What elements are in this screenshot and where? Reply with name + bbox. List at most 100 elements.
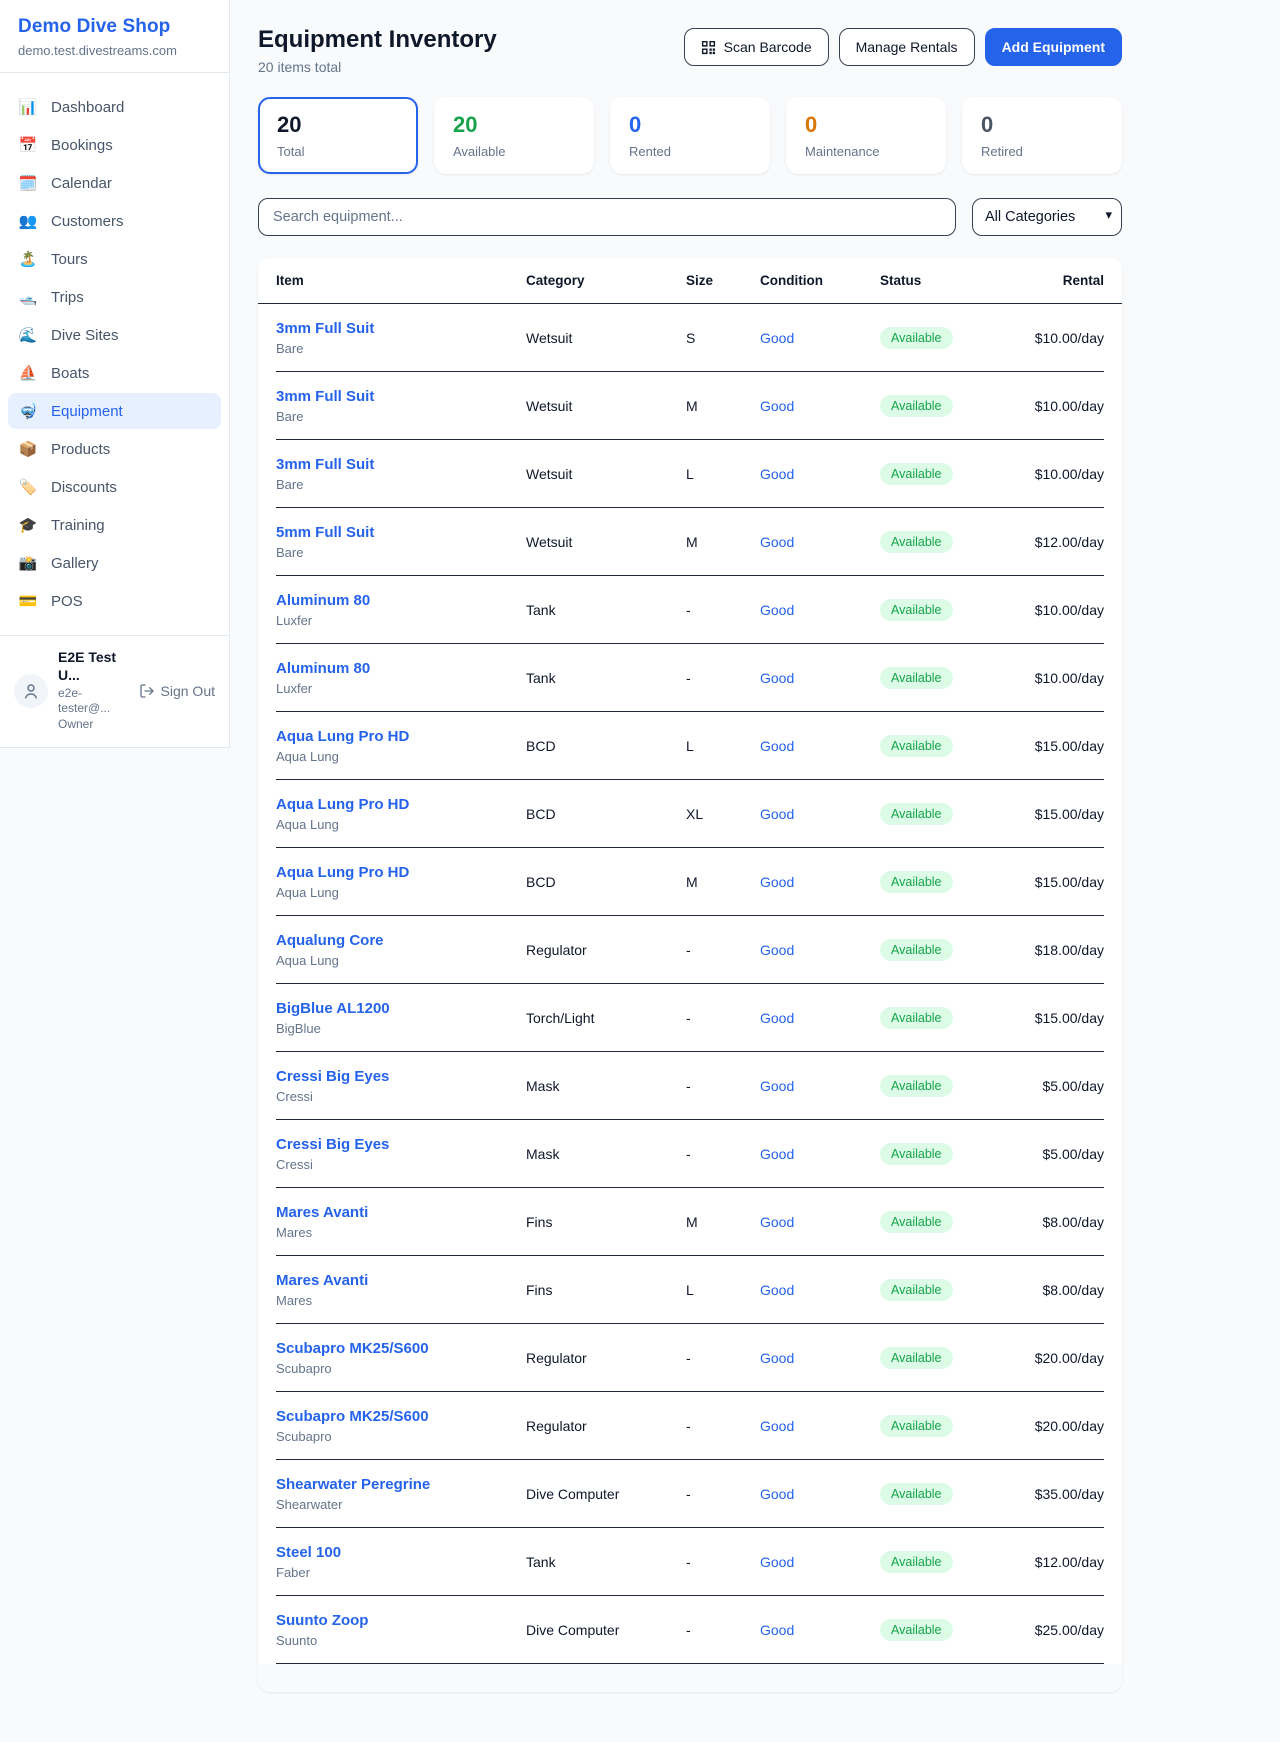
size-cell: - xyxy=(686,1010,760,1026)
user-info: E2E Test U... e2e-tester@... Owner xyxy=(58,649,129,732)
condition-link[interactable]: Good xyxy=(760,1078,880,1094)
sidebar-item-customers[interactable]: 👥Customers xyxy=(8,203,221,239)
item-cell: Aluminum 80Luxfer xyxy=(276,592,526,628)
status-badge: Available xyxy=(880,327,953,349)
condition-link[interactable]: Good xyxy=(760,330,880,346)
item-link[interactable]: Scubapro MK25/S600 xyxy=(276,1340,526,1357)
sidebar-item-boats[interactable]: ⛵Boats xyxy=(8,355,221,391)
sign-out-button[interactable]: Sign Out xyxy=(139,683,215,699)
condition-link[interactable]: Good xyxy=(760,1282,880,1298)
rental-cell: $12.00/day xyxy=(990,534,1104,550)
item-link[interactable]: Aqua Lung Pro HD xyxy=(276,728,526,745)
item-link[interactable]: Aluminum 80 xyxy=(276,660,526,677)
condition-link[interactable]: Good xyxy=(760,942,880,958)
condition-link[interactable]: Good xyxy=(760,1418,880,1434)
sidebar-item-equipment[interactable]: 🤿Equipment xyxy=(8,393,221,429)
item-link[interactable]: 3mm Full Suit xyxy=(276,320,526,337)
status-badge: Available xyxy=(880,1347,953,1369)
scan-barcode-button[interactable]: Scan Barcode xyxy=(684,28,829,66)
item-link[interactable]: Shearwater Peregrine xyxy=(276,1476,526,1493)
sidebar-item-products[interactable]: 📦Products xyxy=(8,431,221,467)
sidebar-item-calendar[interactable]: 🗓️Calendar xyxy=(8,165,221,201)
item-link[interactable]: Scubapro MK25/S600 xyxy=(276,1408,526,1425)
stat-card-rented[interactable]: 0Rented xyxy=(610,97,770,174)
condition-link[interactable]: Good xyxy=(760,1486,880,1502)
sign-out-label: Sign Out xyxy=(161,683,215,699)
table-row: Mares AvantiMaresFinsMGoodAvailable$8.00… xyxy=(276,1188,1104,1256)
products-icon: 📦 xyxy=(18,440,38,458)
item-link[interactable]: 5mm Full Suit xyxy=(276,524,526,541)
item-cell: Aqua Lung Pro HDAqua Lung xyxy=(276,864,526,900)
category-cell: Regulator xyxy=(526,1418,686,1434)
rental-cell: $12.00/day xyxy=(990,1554,1104,1570)
sidebar-item-training[interactable]: 🎓Training xyxy=(8,507,221,543)
status-cell: Available xyxy=(880,1619,990,1641)
item-link[interactable]: BigBlue AL1200 xyxy=(276,1000,526,1017)
item-brand: Mares xyxy=(276,1225,526,1240)
category-cell: Fins xyxy=(526,1214,686,1230)
item-link[interactable]: 3mm Full Suit xyxy=(276,388,526,405)
sidebar-item-tours[interactable]: 🏝️Tours xyxy=(8,241,221,277)
sidebar-item-gallery[interactable]: 📸Gallery xyxy=(8,545,221,581)
sidebar-item-trips[interactable]: 🛥️Trips xyxy=(8,279,221,315)
category-select[interactable]: All Categories xyxy=(972,198,1122,236)
add-equipment-button[interactable]: Add Equipment xyxy=(985,28,1122,66)
rental-cell: $20.00/day xyxy=(990,1350,1104,1366)
stat-label: Retired xyxy=(981,144,1103,159)
column-header-category: Category xyxy=(526,258,686,303)
condition-link[interactable]: Good xyxy=(760,398,880,414)
status-badge: Available xyxy=(880,531,953,553)
condition-link[interactable]: Good xyxy=(760,1214,880,1230)
condition-link[interactable]: Good xyxy=(760,738,880,754)
sidebar-item-dive-sites[interactable]: 🌊Dive Sites xyxy=(8,317,221,353)
condition-link[interactable]: Good xyxy=(760,874,880,890)
search-input[interactable] xyxy=(258,198,956,236)
sidebar-item-pos[interactable]: 💳POS xyxy=(8,583,221,619)
condition-link[interactable]: Good xyxy=(760,1146,880,1162)
condition-link[interactable]: Good xyxy=(760,1554,880,1570)
stat-label: Rented xyxy=(629,144,751,159)
table-row: Steel 100FaberTank-GoodAvailable$12.00/d… xyxy=(276,1528,1104,1596)
item-link[interactable]: Steel 100 xyxy=(276,1544,526,1561)
condition-link[interactable]: Good xyxy=(760,534,880,550)
category-cell: Torch/Light xyxy=(526,1010,686,1026)
stat-card-available[interactable]: 20Available xyxy=(434,97,594,174)
item-link[interactable]: Cressi Big Eyes xyxy=(276,1136,526,1153)
status-badge: Available xyxy=(880,667,953,689)
status-badge: Available xyxy=(880,599,953,621)
stat-card-total[interactable]: 20Total xyxy=(258,97,418,174)
category-cell: Wetsuit xyxy=(526,534,686,550)
item-link[interactable]: Aqua Lung Pro HD xyxy=(276,796,526,813)
sidebar-item-bookings[interactable]: 📅Bookings xyxy=(8,127,221,163)
brand: Demo Dive Shop demo.test.divestreams.com xyxy=(0,0,229,72)
item-link[interactable]: Mares Avanti xyxy=(276,1204,526,1221)
table-row: Cressi Big EyesCressiMask-GoodAvailable$… xyxy=(276,1120,1104,1188)
item-link[interactable]: Cressi Big Eyes xyxy=(276,1068,526,1085)
condition-link[interactable]: Good xyxy=(760,1010,880,1026)
brand-name[interactable]: Demo Dive Shop xyxy=(18,16,211,38)
sidebar-item-dashboard[interactable]: 📊Dashboard xyxy=(8,89,221,125)
condition-link[interactable]: Good xyxy=(760,806,880,822)
manage-rentals-button[interactable]: Manage Rentals xyxy=(839,28,975,66)
item-link[interactable]: Mares Avanti xyxy=(276,1272,526,1289)
rental-cell: $20.00/day xyxy=(990,1418,1104,1434)
condition-link[interactable]: Good xyxy=(760,1622,880,1638)
condition-link[interactable]: Good xyxy=(760,602,880,618)
item-brand: Bare xyxy=(276,477,526,492)
sidebar-item-discounts[interactable]: 🏷️Discounts xyxy=(8,469,221,505)
status-badge: Available xyxy=(880,735,953,757)
stat-card-retired[interactable]: 0Retired xyxy=(962,97,1122,174)
rental-cell: $15.00/day xyxy=(990,1010,1104,1026)
condition-link[interactable]: Good xyxy=(760,670,880,686)
item-link[interactable]: Aqua Lung Pro HD xyxy=(276,864,526,881)
status-badge: Available xyxy=(880,1007,953,1029)
item-link[interactable]: Aluminum 80 xyxy=(276,592,526,609)
item-link[interactable]: Aqualung Core xyxy=(276,932,526,949)
condition-link[interactable]: Good xyxy=(760,466,880,482)
condition-link[interactable]: Good xyxy=(760,1350,880,1366)
size-cell: M xyxy=(686,1214,760,1230)
item-link[interactable]: Suunto Zoop xyxy=(276,1612,526,1629)
item-link[interactable]: 3mm Full Suit xyxy=(276,456,526,473)
sidebar-item-label: Tours xyxy=(51,251,88,268)
stat-card-maintenance[interactable]: 0Maintenance xyxy=(786,97,946,174)
